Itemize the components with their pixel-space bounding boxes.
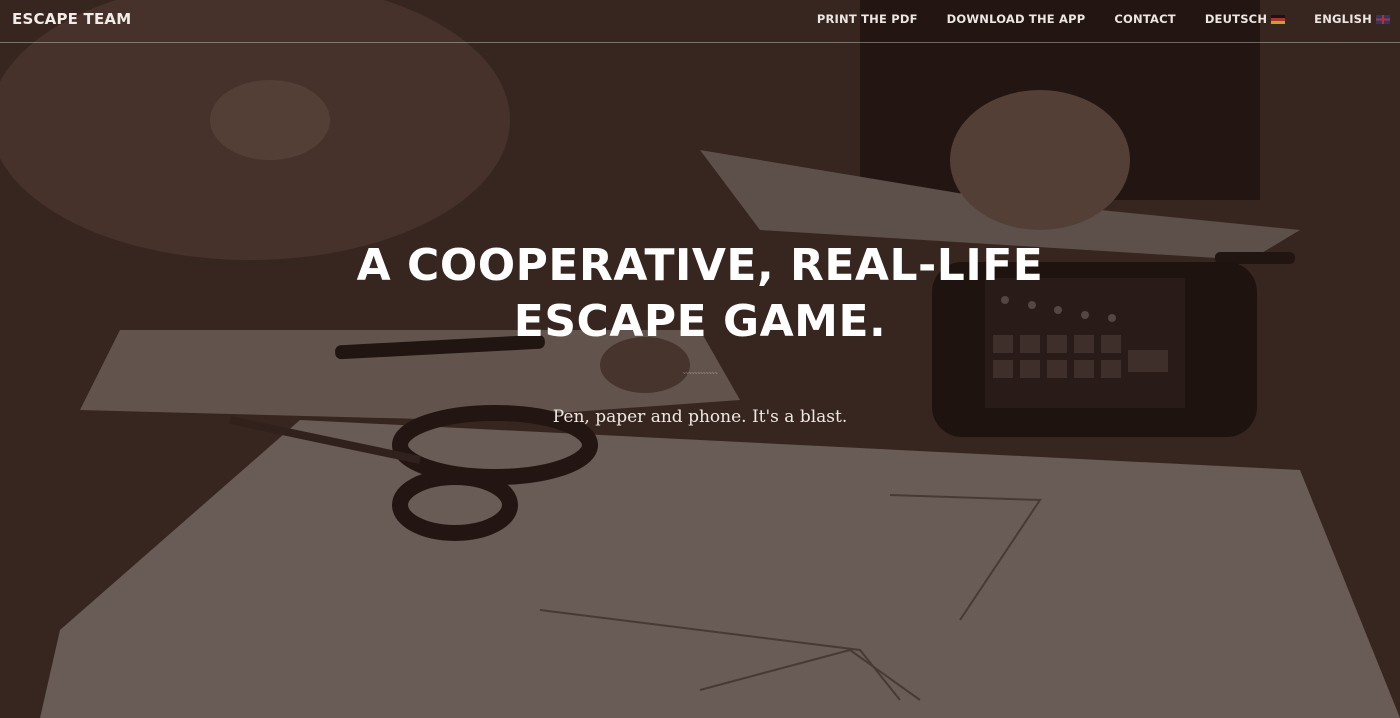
nav-link-label: CONTACT xyxy=(1114,12,1176,26)
dark-overlay xyxy=(0,0,1400,718)
nav-link-label: DOWNLOAD THE APP xyxy=(946,12,1086,26)
nav-link-contact[interactable]: CONTACT xyxy=(1114,12,1175,26)
hero-title-line-1: A COOPERATIVE, REAL-LIFE xyxy=(356,240,1044,291)
hero-title-line-2: ESCAPE GAME. xyxy=(513,296,887,347)
nav-link-label: PRINT THE PDF xyxy=(816,12,918,26)
nav-links: PRINT THE PDF DOWNLOAD THE APP CONTACT D… xyxy=(788,12,1390,26)
hero-subtitle: Pen, paper and phone. It's a blast. xyxy=(552,407,848,427)
hero-divider: ~~~~~~~~~~~~ xyxy=(682,371,718,377)
uk-flag-icon xyxy=(1376,14,1390,24)
top-navbar: ESCAPE TEAM PRINT THE PDF DOWNLOAD THE A… xyxy=(0,0,1400,43)
hero-title: A COOPERATIVE, REAL-LIFE ESCAPE GAME. xyxy=(300,238,1100,350)
nav-link-label: DEUTSCH xyxy=(1204,12,1268,26)
nav-link-english[interactable]: ENGLISH xyxy=(1314,12,1390,26)
nav-link-label: ENGLISH xyxy=(1314,12,1372,26)
brand-logo-link[interactable]: ESCAPE TEAM xyxy=(12,10,131,28)
nav-link-download-app[interactable]: DOWNLOAD THE APP xyxy=(947,12,1086,26)
nav-link-print-pdf[interactable]: PRINT THE PDF xyxy=(817,12,918,26)
german-flag-icon xyxy=(1271,14,1286,24)
nav-link-deutsch[interactable]: DEUTSCH xyxy=(1204,12,1286,26)
